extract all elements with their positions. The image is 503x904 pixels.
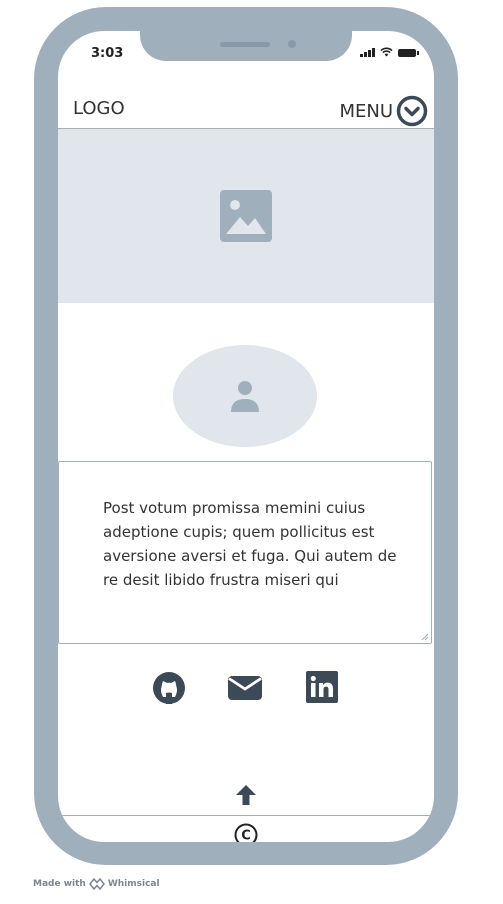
footer-divider [58, 815, 434, 816]
top-nav: LOGO MENU [58, 85, 434, 129]
svg-text:C: C [241, 829, 251, 843]
whimsical-watermark: Made with Whimsical [33, 878, 160, 890]
battery-icon [398, 49, 419, 57]
hero-image-placeholder [58, 129, 434, 303]
linkedin-icon[interactable] [306, 671, 338, 703]
image-icon [220, 190, 272, 242]
speaker [220, 42, 270, 47]
arrow-up-icon[interactable] [234, 783, 258, 807]
phone-frame: 3:03 LOGO MENU Post votum promissa memin… [34, 7, 458, 865]
social-links [58, 647, 434, 707]
menu-label: MENU [339, 100, 393, 122]
notch [140, 31, 352, 61]
logo[interactable]: LOGO [73, 98, 125, 119]
status-time: 3:03 [91, 46, 124, 61]
bio-text: Post votum promissa memini cuius adeptio… [103, 499, 397, 589]
mail-icon[interactable] [228, 671, 262, 705]
whimsical-logo-icon [88, 878, 105, 890]
copyright-icon: C [234, 823, 258, 843]
resize-handle-icon[interactable] [421, 633, 429, 641]
bio-textarea[interactable]: Post votum promissa memini cuius adeptio… [58, 461, 432, 644]
phone-screen: 3:03 LOGO MENU Post votum promissa memin… [58, 31, 434, 842]
status-icons [360, 47, 419, 57]
github-icon[interactable] [152, 671, 186, 705]
whimsical-brand: Whimsical [107, 879, 160, 889]
camera [288, 40, 296, 48]
menu-button[interactable]: MENU [339, 95, 428, 127]
avatar [173, 345, 317, 447]
chevron-down-circle-icon [396, 95, 428, 127]
user-icon [231, 381, 259, 412]
signal-icon [360, 48, 375, 57]
wifi-icon [380, 47, 393, 57]
made-with-label: Made with [33, 879, 86, 889]
